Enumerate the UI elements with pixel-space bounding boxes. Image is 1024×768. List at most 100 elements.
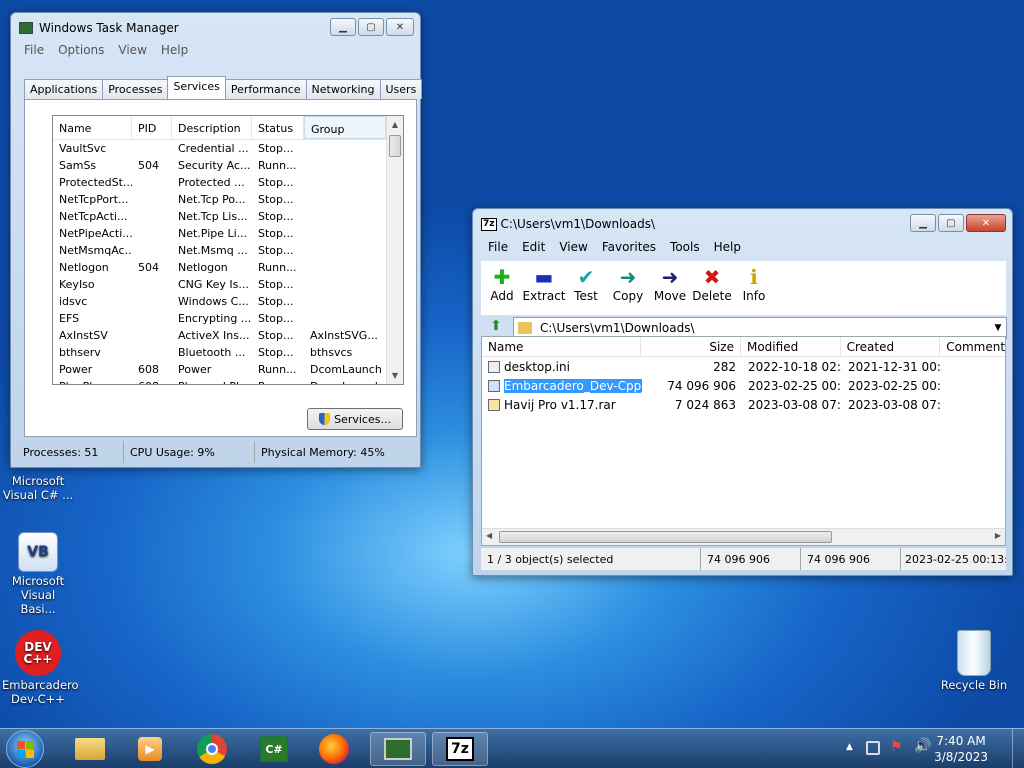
- desktop-icon-devcpp[interactable]: DEV C++ Embarcadero Dev-C++: [2, 630, 79, 706]
- tab-performance[interactable]: Performance: [224, 79, 307, 99]
- table-cell: Stop...: [258, 193, 294, 206]
- column-status[interactable]: Status: [252, 116, 304, 139]
- desktop-icon-visual-basic[interactable]: VB Microsoft Visual Basi...: [2, 532, 74, 616]
- menu-view[interactable]: View: [111, 43, 153, 57]
- menu-file[interactable]: File: [17, 43, 51, 57]
- sevenzip-app-icon: 7z: [481, 217, 497, 231]
- taskbar-explorer[interactable]: [62, 732, 118, 766]
- sz-menu-view[interactable]: View: [552, 240, 594, 254]
- file-row[interactable]: desktop.ini 282 2022-10-18 02:57 2021-12-31…: [482, 357, 1005, 376]
- column-description[interactable]: Description: [172, 116, 252, 139]
- scroll-left-arrow-icon[interactable]: ◀: [486, 531, 492, 540]
- scroll-down-arrow-icon[interactable]: ▼: [387, 367, 403, 384]
- table-row[interactable]: ProtectedSt... Protected ... Stop...: [53, 174, 403, 191]
- table-cell: Stop...: [258, 244, 294, 257]
- taskbar-firefox[interactable]: [306, 732, 362, 766]
- task-manager-window[interactable]: Windows Task Manager ▁ ▢ ✕ File Options …: [10, 12, 423, 468]
- info-button[interactable]: ℹ Info: [733, 261, 775, 315]
- services-button[interactable]: Services...: [307, 408, 403, 430]
- table-row[interactable]: AxInstSV ActiveX Ins... Stop... AxInstSVG..…: [53, 327, 403, 344]
- start-button[interactable]: [6, 730, 44, 768]
- table-cell: Protected ...: [178, 176, 245, 189]
- table-row[interactable]: EFS Encrypting ... Stop...: [53, 310, 403, 327]
- taskbar-chrome[interactable]: [184, 732, 240, 766]
- taskbar-sevenzip[interactable]: 7z: [432, 732, 488, 766]
- address-dropdown-icon[interactable]: ▼: [990, 323, 1006, 333]
- maximize-button[interactable]: ▢: [358, 18, 384, 36]
- table-row[interactable]: KeyIso CNG Key Is... Stop...: [53, 276, 403, 293]
- minimize-button[interactable]: ▁: [330, 18, 356, 36]
- sevenzip-minimize-button[interactable]: ▁: [910, 214, 936, 232]
- tab-services[interactable]: Services: [167, 76, 226, 99]
- column-file-created[interactable]: Created: [841, 337, 941, 356]
- table-row[interactable]: NetPipeActi... Net.Pipe Li... Stop...: [53, 225, 403, 242]
- file-row[interactable]: Embarcadero_Dev-Cpp_... 74 096 906 2023-02…: [482, 376, 1005, 395]
- tab-users[interactable]: Users: [379, 79, 423, 99]
- sevenzip-titlebar[interactable]: 7z C:\Users\vm1\Downloads\ ▁ ▢ ✕: [473, 209, 1012, 239]
- hscroll-thumb[interactable]: [499, 531, 832, 543]
- tab-applications[interactable]: Applications: [24, 79, 104, 99]
- taskbar-media-player[interactable]: ▶: [122, 732, 178, 766]
- file-created-cell: 2023-03-08 07:13: [848, 397, 942, 412]
- taskbar-task-manager[interactable]: [370, 732, 426, 766]
- sevenzip-close-button[interactable]: ✕: [966, 214, 1006, 232]
- folder-up-icon[interactable]: ⬆: [485, 316, 507, 336]
- table-row[interactable]: VaultSvc Credential ... Stop...: [53, 140, 403, 157]
- table-row[interactable]: idsvc Windows C... Stop...: [53, 293, 403, 310]
- sz-menu-favorites[interactable]: Favorites: [595, 240, 663, 254]
- table-row[interactable]: NetMsmqAc... Net.Msmq ... Stop...: [53, 242, 403, 259]
- show-desktop-button[interactable]: [1012, 729, 1024, 768]
- scroll-up-arrow-icon[interactable]: ▲: [387, 116, 403, 133]
- scroll-thumb[interactable]: [389, 135, 401, 157]
- copy-button[interactable]: ➜ Copy: [607, 261, 649, 315]
- table-row[interactable]: PlugPlay608Plug and PlayRunn...DcomLaunc…: [53, 378, 403, 384]
- column-name[interactable]: Name: [53, 116, 132, 139]
- test-button[interactable]: ✔ Test: [565, 261, 607, 315]
- extract-button[interactable]: ▬ Extract: [523, 261, 566, 315]
- tool-label: Test: [574, 289, 598, 303]
- table-row[interactable]: NetTcpActi... Net.Tcp Lis... Stop...: [53, 208, 403, 225]
- column-file-name[interactable]: Name: [482, 337, 642, 356]
- sevenzip-window[interactable]: 7z C:\Users\vm1\Downloads\ ▁ ▢ ✕ File Ed…: [472, 208, 1013, 576]
- sz-menu-tools[interactable]: Tools: [663, 240, 707, 254]
- move-button[interactable]: ➜ Move: [649, 261, 691, 315]
- sevenzip-maximize-button[interactable]: ▢: [938, 214, 964, 232]
- file-row[interactable]: Havij Pro v1.17.rar 7 024 863 2023-03-08 0…: [482, 395, 1005, 414]
- file-name-cell: Embarcadero_Dev-Cpp_...: [482, 378, 642, 393]
- services-list[interactable]: Name PID Description Status Group VaultS…: [52, 115, 404, 385]
- table-row[interactable]: Power 608 Power Runn... DcomLaunch: [53, 361, 403, 378]
- menu-help[interactable]: Help: [154, 43, 195, 57]
- menu-options[interactable]: Options: [51, 43, 111, 57]
- taskbar-visual-csharp[interactable]: C#: [246, 732, 302, 766]
- file-list-hscrollbar[interactable]: ◀ ▶: [482, 528, 1005, 545]
- close-button[interactable]: ✕: [386, 18, 414, 36]
- column-pid[interactable]: PID: [132, 116, 172, 139]
- column-group[interactable]: Group: [304, 116, 386, 139]
- tab-networking[interactable]: Networking: [305, 79, 381, 99]
- table-row[interactable]: SamSs 504 Security Ac... Runn...: [53, 157, 403, 174]
- delete-button[interactable]: ✖ Delete: [691, 261, 733, 315]
- task-manager-titlebar[interactable]: Windows Task Manager ▁ ▢ ✕: [11, 13, 420, 43]
- tray-show-hidden-icon[interactable]: ▲: [846, 742, 853, 752]
- add-button[interactable]: ✚ Add: [481, 261, 523, 315]
- table-row[interactable]: bthserv Bluetooth ... Stop... bthsvcs: [53, 344, 403, 361]
- file-created-cell: 2023-02-25 00:12: [848, 378, 942, 393]
- desktop-icon-visual-csharp[interactable]: Microsoft Visual C# ...: [2, 474, 74, 502]
- action-center-icon[interactable]: ⚑: [890, 739, 903, 755]
- file-list[interactable]: Name Size Modified Created Comment deskt…: [481, 336, 1006, 546]
- column-file-comment[interactable]: Comment: [940, 337, 1005, 356]
- scroll-right-arrow-icon[interactable]: ▶: [995, 531, 1001, 540]
- tab-processes[interactable]: Processes: [102, 79, 169, 99]
- sz-menu-file[interactable]: File: [481, 240, 515, 254]
- network-icon[interactable]: [866, 741, 880, 755]
- volume-icon[interactable]: 🔊: [914, 738, 931, 754]
- column-file-modified[interactable]: Modified: [741, 337, 841, 356]
- table-row[interactable]: Netlogon 504 Netlogon Runn...: [53, 259, 403, 276]
- table-row[interactable]: NetTcpPort... Net.Tcp Po... Stop...: [53, 191, 403, 208]
- services-scrollbar[interactable]: ▲ ▼: [386, 116, 403, 384]
- desktop-icon-recycle-bin[interactable]: Recycle Bin: [938, 630, 1010, 692]
- clock[interactable]: 7:40 AM 3/8/2023: [934, 733, 988, 765]
- column-file-size[interactable]: Size: [641, 337, 741, 356]
- sz-menu-edit[interactable]: Edit: [515, 240, 552, 254]
- sz-menu-help[interactable]: Help: [707, 240, 748, 254]
